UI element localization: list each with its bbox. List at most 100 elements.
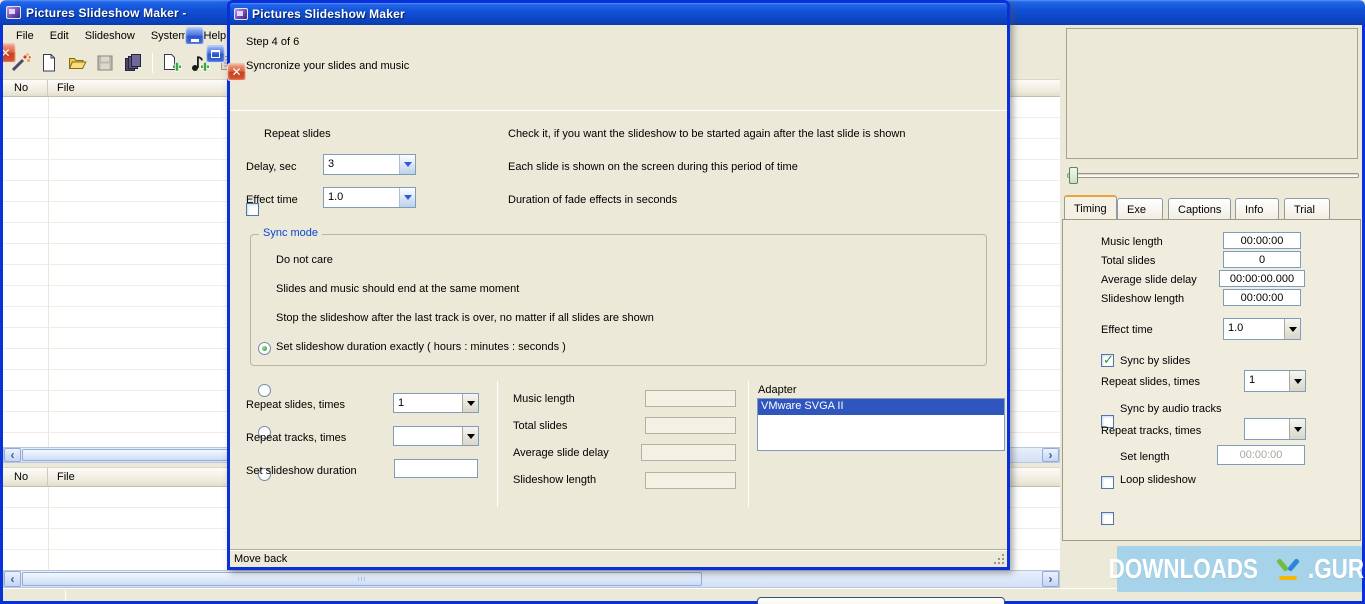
watermark-text-left: DOWNLOADS: [1108, 553, 1259, 584]
sync-mode-title: Sync mode: [259, 227, 323, 239]
tab-info[interactable]: Info: [1235, 198, 1279, 220]
loop-slideshow-checkbox[interactable]: [1101, 512, 1114, 525]
panel-repeat-tracks-combo[interactable]: [1244, 418, 1306, 440]
watermark-text-right: .GURU: [1307, 553, 1365, 584]
loop-slideshow-label: Loop slideshow: [1120, 474, 1196, 486]
slider-thumb[interactable]: [1069, 167, 1078, 184]
repeat-slides-label: Repeat slides: [264, 128, 331, 140]
scroll-left-button[interactable]: ‹: [4, 571, 21, 587]
bottom-hscrollbar[interactable]: ‹ ›: [3, 570, 1060, 588]
effect-time-combo[interactable]: 1.0: [323, 187, 416, 208]
download-arrow-icon: [1275, 556, 1301, 582]
menu-edit[interactable]: Edit: [42, 27, 77, 45]
toolbar-separator: [152, 52, 153, 73]
effect-time-label: Effect time: [1101, 324, 1153, 336]
set-length-field[interactable]: 00:00:00: [1217, 445, 1305, 465]
copy-slides-button[interactable]: [120, 50, 146, 76]
dialog-app-icon: [234, 8, 248, 20]
combo-value: [394, 427, 462, 445]
downloads-guru-watermark: DOWNLOADS .GURU: [1109, 546, 1365, 592]
set-length-label: Set length: [1120, 451, 1170, 463]
section-divider: [748, 381, 749, 507]
save-button[interactable]: [92, 50, 118, 76]
scrollbar-thumb[interactable]: [22, 572, 702, 586]
set-slideshow-duration-label: Set slideshow duration: [246, 465, 357, 477]
dropdown-arrow-icon: [466, 433, 475, 439]
column-header-no[interactable]: No: [3, 468, 48, 486]
desktop: Pictures Slideshow Maker - ✕ File Edit S…: [0, 0, 1365, 604]
tab-captions[interactable]: Captions: [1168, 198, 1232, 220]
total-slides-field[interactable]: 0: [1223, 251, 1301, 268]
radio-end-same-moment[interactable]: [258, 384, 271, 397]
repeat-tracks-times-label: Repeat tracks, times: [246, 432, 347, 444]
slideshow-length-field: [645, 472, 736, 489]
repeat-slides-times-label: Repeat slides, times: [1101, 376, 1201, 388]
combo-dropdown-button[interactable]: [1289, 371, 1305, 391]
dropdown-arrow-icon: [403, 162, 412, 167]
position-slider[interactable]: [1067, 166, 1359, 186]
total-slides-field: [645, 417, 736, 434]
music-length-field[interactable]: 00:00:00: [1223, 232, 1301, 249]
average-slide-delay-label: Average slide delay: [513, 447, 609, 459]
dialog-title: Pictures Slideshow Maker: [252, 7, 405, 21]
repeat-slides-times-combo[interactable]: 1: [393, 393, 479, 413]
set-slideshow-duration-input[interactable]: [394, 459, 478, 478]
dialog-minimize-button[interactable]: [185, 27, 204, 45]
add-image-button[interactable]: [159, 50, 185, 76]
open-button[interactable]: [64, 50, 90, 76]
average-slide-delay-field[interactable]: 00:00:00.000: [1219, 270, 1305, 287]
wizard-step-label: Step 4 of 6: [246, 36, 300, 48]
dialog-titlebar[interactable]: Pictures Slideshow Maker: [230, 3, 1007, 25]
set-length-checkbox[interactable]: [1101, 476, 1114, 489]
timing-tab-panel: Music length 00:00:00 Total slides 0 Ave…: [1062, 219, 1361, 541]
repeat-tracks-times-combo[interactable]: [393, 426, 479, 446]
combo-dropdown-button[interactable]: [462, 394, 478, 412]
wizard-subtitle: Syncronize your slides and music: [246, 60, 410, 72]
dialog-close-button[interactable]: ✕: [227, 63, 246, 81]
tab-trial[interactable]: Trial: [1284, 198, 1330, 220]
adapter-selected-item[interactable]: VMware SVGA II: [758, 399, 1004, 415]
slider-track[interactable]: [1067, 173, 1359, 178]
combo-dropdown-button[interactable]: [1289, 419, 1305, 439]
combo-dropdown-button[interactable]: [1284, 319, 1300, 339]
wizard-button[interactable]: [8, 50, 34, 76]
average-slide-delay-label: Average slide delay: [1101, 274, 1197, 286]
panel-effect-time-combo[interactable]: 1.0: [1223, 318, 1301, 340]
delay-combo[interactable]: 3: [323, 154, 416, 175]
column-header-no[interactable]: No: [3, 80, 48, 96]
radio-do-not-care[interactable]: [258, 342, 271, 355]
combo-value: 1: [398, 397, 405, 409]
adapter-label: Adapter: [758, 384, 797, 396]
menu-slideshow[interactable]: Slideshow: [77, 27, 143, 45]
radio-do-not-care-label: Do not care: [276, 254, 333, 266]
combo-value: 1: [1249, 374, 1256, 386]
new-project-button[interactable]: [36, 50, 62, 76]
menu-file[interactable]: File: [8, 27, 42, 45]
dialog-maximize-button[interactable]: [206, 45, 225, 63]
sync-by-slides-checkbox[interactable]: [1101, 352, 1114, 368]
adapter-listbox[interactable]: VMware SVGA II: [757, 398, 1005, 451]
tab-exe[interactable]: Exe: [1117, 198, 1163, 220]
combo-value: 1.0: [328, 191, 344, 203]
combo-dropdown-button[interactable]: [399, 188, 415, 207]
minimize-icon: [190, 38, 199, 42]
tab-timing[interactable]: Timing: [1064, 195, 1117, 220]
column-divider: [48, 97, 49, 447]
save-icon: [97, 55, 113, 70]
preview-button[interactable]: Preview: [757, 597, 1005, 604]
effect-time-description: Duration of fade effects in seconds: [508, 194, 678, 206]
scroll-right-button[interactable]: ›: [1042, 448, 1059, 462]
combo-value: [1245, 419, 1289, 439]
radio-set-duration-exactly-label: Set slideshow duration exactly ( hours :…: [276, 341, 566, 353]
slideshow-length-label: Slideshow length: [513, 474, 597, 486]
panel-repeat-slides-combo[interactable]: 1: [1244, 370, 1306, 392]
radio-end-same-moment-label: Slides and music should end at the same …: [276, 283, 520, 295]
combo-dropdown-button[interactable]: [399, 155, 415, 174]
scroll-left-button[interactable]: ‹: [4, 448, 21, 462]
total-slides-label: Total slides: [1101, 255, 1156, 267]
combo-value: 1.0: [1228, 322, 1244, 334]
dialog-statusbar: Move back: [230, 549, 1007, 567]
combo-dropdown-button[interactable]: [462, 427, 478, 445]
scroll-right-button[interactable]: ›: [1042, 571, 1059, 587]
slideshow-length-field[interactable]: 00:00:00: [1223, 289, 1301, 306]
